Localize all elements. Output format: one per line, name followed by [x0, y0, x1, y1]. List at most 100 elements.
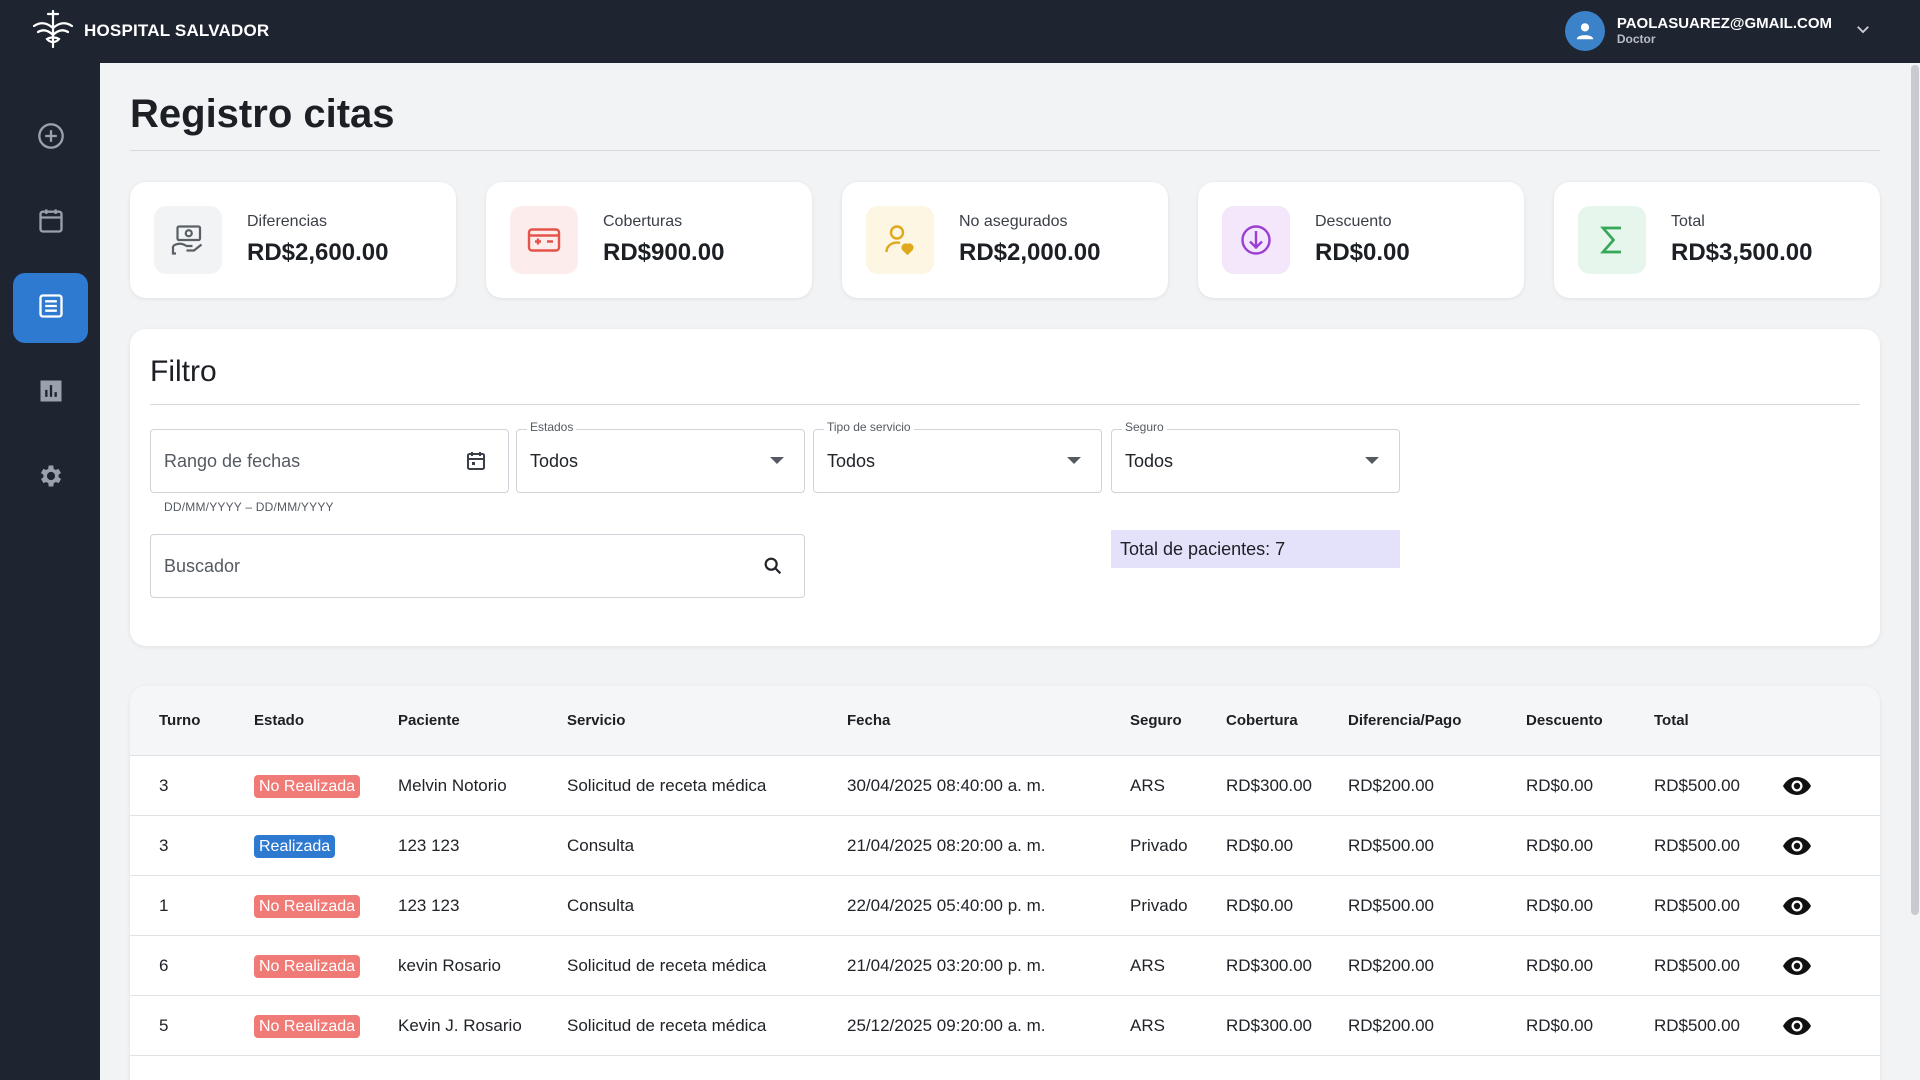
cell-paciente: Melvin Notorio [398, 775, 507, 795]
cell-fecha: 22/04/2025 05:40:00 p. m. [847, 895, 1046, 915]
cell-cobertura: RD$0.00 [1226, 835, 1294, 855]
scrollbar-thumb[interactable] [1911, 65, 1919, 915]
cell-paciente: 123 123 [398, 895, 460, 915]
card-value: RD$2,600.00 [247, 239, 389, 266]
cell-diferencia: RD$200.00 [1348, 775, 1435, 795]
user-email: PAOLASUAREZ@GMAIL.COM [1616, 15, 1832, 33]
card-label: Coberturas [603, 213, 683, 230]
view-eye-icon[interactable] [1782, 776, 1812, 796]
cell-total: RD$500.00 [1654, 775, 1741, 795]
table-row[interactable]: 3 No Realizada Melvin Notorio Solicitud … [130, 756, 1880, 816]
table-row[interactable]: 6 No Realizada kevin Rosario Solicitud d… [130, 936, 1880, 996]
status-badge: Realizada [254, 834, 336, 858]
cell-total: RD$500.00 [1654, 955, 1741, 975]
caret-down-icon [770, 457, 784, 465]
list-icon [37, 292, 65, 325]
date-range-field[interactable]: Rango de fechas [150, 429, 509, 493]
summary-card-diferencias: Diferencias RD$2,600.00 [130, 182, 456, 298]
cell-seguro: Privado [1130, 835, 1188, 855]
cell-cobertura: RD$0.00 [1226, 895, 1294, 915]
appointments-table: Turno Estado Paciente Servicio Fecha Seg… [130, 686, 1880, 1080]
summary-card-descuento: Descuento RD$0.00 [1198, 182, 1524, 298]
avatar[interactable] [1564, 11, 1605, 51]
col-paciente: Paciente [398, 712, 460, 729]
seguro-label: Seguro [1122, 420, 1167, 434]
card-value: RD$3,500.00 [1671, 239, 1813, 266]
cell-fecha: 21/04/2025 08:20:00 a. m. [847, 835, 1046, 855]
sidebar-item-new-appointment[interactable] [13, 103, 88, 173]
cell-descuento: RD$0.00 [1526, 895, 1594, 915]
money-hand-icon [154, 206, 222, 274]
cell-servicio: Solicitud de receta médica [567, 955, 767, 975]
sidebar [0, 63, 100, 1080]
sidebar-item-settings[interactable] [13, 443, 88, 513]
cell-servicio: Consulta [567, 895, 635, 915]
chevron-down-icon[interactable] [1854, 20, 1872, 43]
sigma-icon [1578, 206, 1646, 274]
sidebar-item-reports[interactable] [13, 358, 88, 428]
search-input[interactable]: Buscador [150, 534, 805, 598]
calendar-icon[interactable] [464, 449, 488, 473]
user-icon [1576, 23, 1594, 40]
view-eye-icon[interactable] [1782, 1016, 1812, 1036]
filter-panel: Filtro Rango de fechas DD/MM/YYYY – DD/M… [130, 329, 1880, 646]
cell-paciente: 123 123 [398, 835, 460, 855]
user-menu[interactable]: PAOLASUAREZ@GMAIL.COM Doctor [1564, 10, 1872, 52]
estados-select[interactable]: Estados Todos [516, 420, 805, 493]
seguro-value: Todos [1125, 450, 1174, 471]
servicio-select[interactable]: Tipo de servicio Todos [813, 420, 1102, 493]
seguro-select[interactable]: Seguro Todos [1111, 420, 1400, 493]
table-row[interactable]: 1 No Realizada 123 123 Consulta 22/04/20… [130, 876, 1880, 936]
cell-diferencia: RD$500.00 [1348, 835, 1435, 855]
cell-turno: 5 [159, 1015, 169, 1035]
user-role: Doctor [1616, 31, 1656, 46]
cell-total: RD$500.00 [1654, 895, 1741, 915]
search-placeholder: Buscador [164, 555, 241, 576]
view-eye-icon[interactable] [1782, 836, 1812, 856]
view-eye-icon[interactable] [1782, 956, 1812, 976]
card-value: RD$0.00 [1315, 239, 1410, 266]
total-pacientes-badge: Total de pacientes: 7 [1111, 530, 1400, 568]
cell-descuento: RD$0.00 [1526, 1015, 1594, 1035]
page-scrollbar[interactable] [1910, 63, 1920, 1080]
view-eye-icon[interactable] [1782, 896, 1812, 916]
servicio-label: Tipo de servicio [824, 420, 914, 434]
card-value: RD$900.00 [603, 239, 725, 266]
cell-total: RD$500.00 [1654, 1015, 1741, 1035]
divider [130, 150, 1880, 151]
cell-paciente: kevin Rosario [398, 955, 501, 975]
cell-seguro: ARS [1130, 775, 1165, 795]
card-label: Diferencias [247, 213, 328, 230]
hospital-logo-icon [30, 8, 76, 55]
caret-down-icon [1067, 457, 1081, 465]
sidebar-item-calendar[interactable] [13, 188, 88, 258]
brand-name: HOSPITAL SALVADOR [84, 21, 270, 40]
summary-card-no-asegurados: No asegurados RD$2,000.00 [842, 182, 1168, 298]
cell-descuento: RD$0.00 [1526, 955, 1594, 975]
estados-label: Estados [527, 420, 577, 434]
card-label: No asegurados [959, 213, 1068, 230]
table-row[interactable]: 5 No Realizada Kevin J. Rosario Solicitu… [130, 996, 1880, 1056]
col-servicio: Servicio [567, 712, 626, 729]
cell-total: RD$500.00 [1654, 835, 1741, 855]
cell-servicio: Consulta [567, 835, 635, 855]
date-range-placeholder: Rango de fechas [164, 450, 301, 471]
date-range-helper: DD/MM/YYYY – DD/MM/YYYY [164, 500, 334, 514]
card-label: Total [1671, 213, 1705, 230]
card-label: Descuento [1315, 213, 1392, 230]
cell-cobertura: RD$300.00 [1226, 775, 1313, 795]
sidebar-item-registro-citas[interactable] [13, 273, 88, 343]
cell-diferencia: RD$200.00 [1348, 955, 1435, 975]
table-row[interactable]: 3 Realizada 123 123 Consulta 21/04/2025 … [130, 816, 1880, 876]
top-bar: HOSPITAL SALVADOR PAOLASUAREZ@GMAIL.COM … [0, 0, 1920, 63]
col-diferencia: Diferencia/Pago [1348, 712, 1462, 729]
brand[interactable]: HOSPITAL SALVADOR [30, 8, 270, 55]
estados-value: Todos [530, 450, 579, 471]
search-icon[interactable] [762, 555, 784, 577]
status-badge: No Realizada [254, 894, 361, 918]
col-fecha: Fecha [847, 712, 891, 729]
cell-seguro: Privado [1130, 895, 1188, 915]
col-cobertura: Cobertura [1226, 712, 1298, 729]
cell-descuento: RD$0.00 [1526, 775, 1594, 795]
cell-fecha: 30/04/2025 08:40:00 a. m. [847, 775, 1046, 795]
